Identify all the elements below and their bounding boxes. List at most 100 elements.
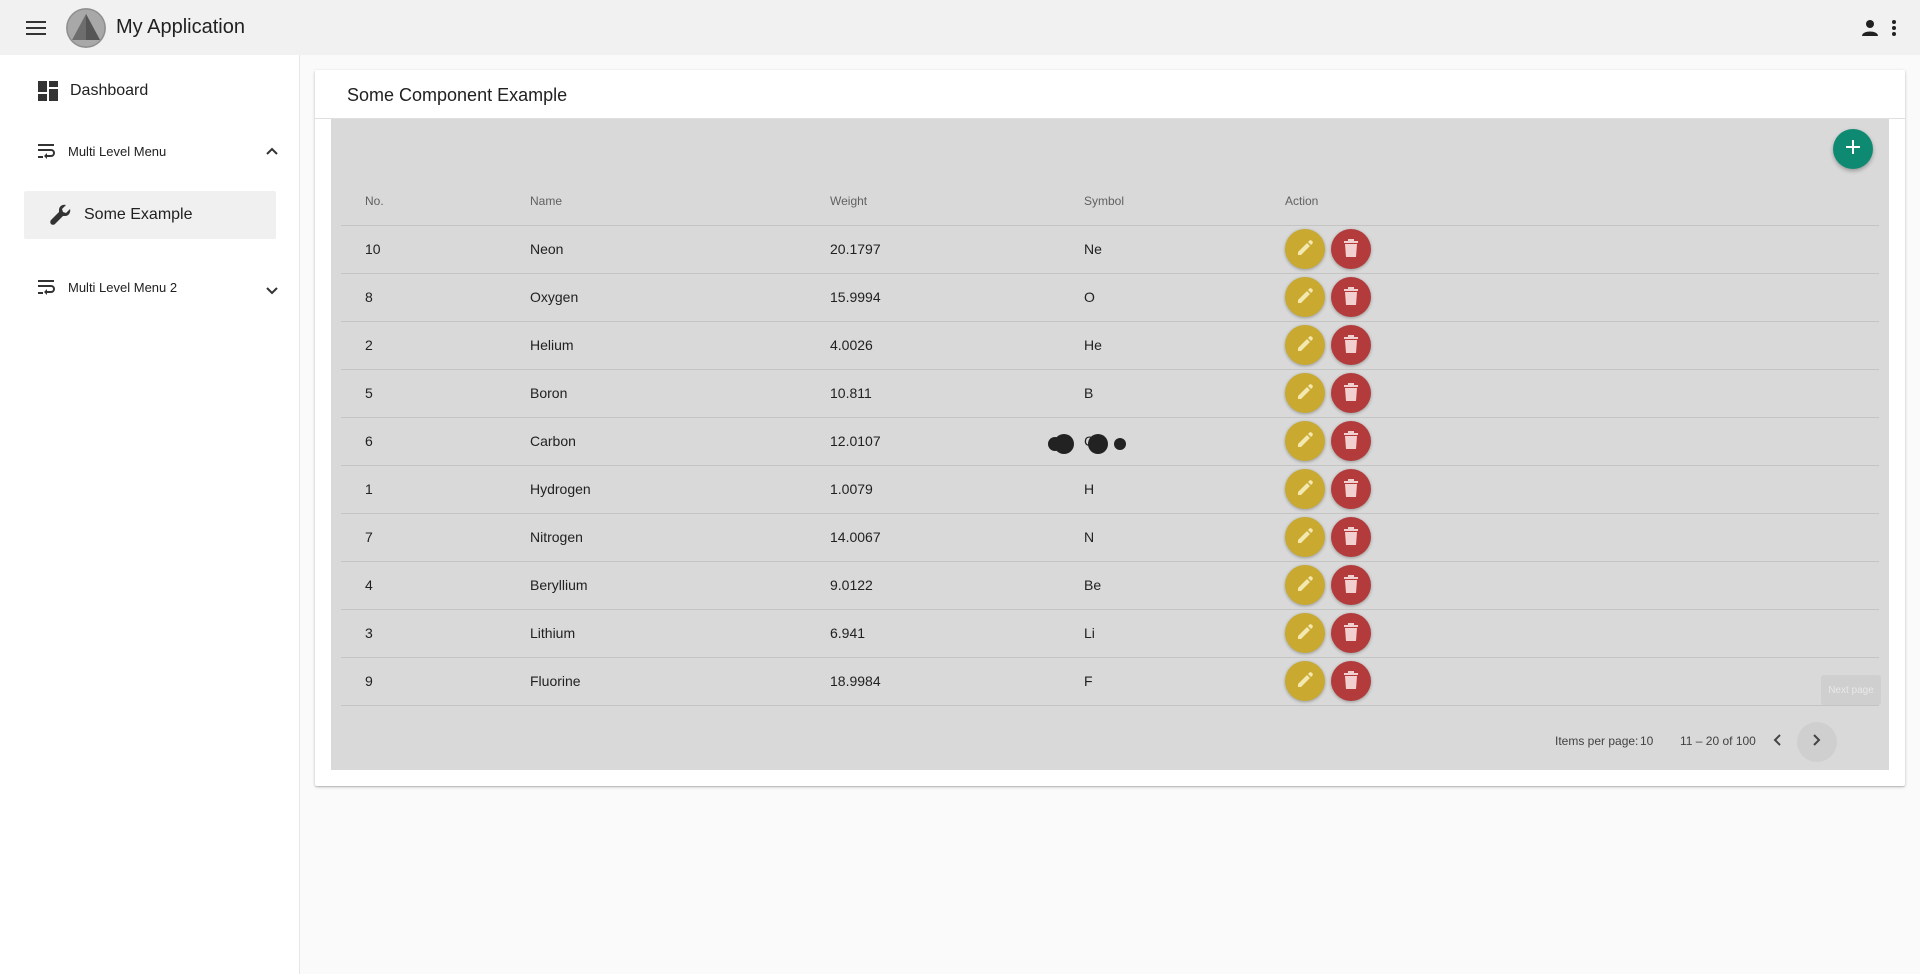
chevron-up-icon[interactable]: [266, 142, 278, 160]
cell-symbol: N: [1084, 513, 1285, 562]
cell-weight: 15.9994: [830, 273, 1084, 322]
cell-action: [1285, 657, 1879, 706]
delete-button[interactable]: [1331, 373, 1371, 413]
column-header-weight[interactable]: Weight: [830, 177, 1084, 226]
cell-name: Neon: [530, 225, 830, 274]
edit-button[interactable]: [1285, 277, 1325, 317]
cell-symbol: Ne: [1084, 225, 1285, 274]
trash-icon: [1344, 334, 1358, 356]
table-row: 2 Helium 4.0026 He: [341, 321, 1879, 370]
chevron-down-icon[interactable]: [266, 282, 278, 300]
pencil-icon: [1296, 671, 1314, 692]
sidebar-item-multi-level-menu[interactable]: Multi Level Menu: [38, 135, 278, 167]
sidebar: Dashboard Multi Level Menu Some Example …: [0, 55, 300, 974]
cell-action: [1285, 225, 1879, 274]
cell-weight: 18.9984: [830, 657, 1084, 706]
pencil-icon: [1296, 383, 1314, 404]
cell-name: Nitrogen: [530, 513, 830, 562]
pencil-icon: [1296, 623, 1314, 644]
trash-icon: [1344, 622, 1358, 644]
cell-action: [1285, 273, 1879, 322]
column-header-symbol[interactable]: Symbol: [1084, 177, 1285, 226]
add-button[interactable]: [1833, 129, 1873, 169]
cell-action: [1285, 417, 1879, 466]
table-container: No. Name Weight Symbol Action 10 Neon 20.1…: [331, 119, 1889, 770]
sidebar-item-label: Dashboard: [70, 82, 149, 99]
delete-button[interactable]: [1331, 565, 1371, 605]
more-vert-icon[interactable]: [1882, 8, 1906, 48]
page-range-label: 11 – 20 of 100: [1680, 734, 1756, 748]
menu-icon[interactable]: [16, 8, 56, 48]
delete-button[interactable]: [1331, 325, 1371, 365]
cell-weight: 9.0122: [830, 561, 1084, 610]
edit-button[interactable]: [1285, 325, 1325, 365]
delete-button[interactable]: [1331, 277, 1371, 317]
edit-button[interactable]: [1285, 421, 1325, 461]
edit-button[interactable]: [1285, 661, 1325, 701]
cell-weight: 10.811: [830, 369, 1084, 418]
edit-button[interactable]: [1285, 517, 1325, 557]
cell-symbol: He: [1084, 321, 1285, 370]
edit-button[interactable]: [1285, 565, 1325, 605]
cell-no: 5: [341, 369, 530, 418]
cell-no: 7: [341, 513, 530, 562]
trash-icon: [1344, 526, 1358, 548]
cell-no: 10: [341, 225, 530, 274]
loading-dot: [1088, 433, 1108, 454]
cell-name: Boron: [530, 369, 830, 418]
delete-button[interactable]: [1331, 613, 1371, 653]
items-per-page-select[interactable]: 10: [1640, 734, 1653, 748]
column-header-name[interactable]: Name: [530, 177, 830, 226]
cell-weight: 4.0026: [830, 321, 1084, 370]
sidebar-item-some-example[interactable]: Some Example: [24, 191, 276, 239]
cell-weight: 1.0079: [830, 465, 1084, 514]
previous-page-button[interactable]: [1757, 722, 1797, 762]
delete-button[interactable]: [1331, 469, 1371, 509]
cell-name: Carbon: [530, 417, 830, 466]
edit-button[interactable]: [1285, 469, 1325, 509]
sidebar-item-dashboard[interactable]: Dashboard: [38, 75, 290, 107]
table-row: 10 Neon 20.1797 Ne: [341, 225, 1879, 274]
next-page-button[interactable]: [1797, 722, 1837, 762]
cell-action: [1285, 561, 1879, 610]
page-title: Some Component Example: [347, 85, 568, 105]
add-icon: [1845, 139, 1861, 160]
cell-weight: 14.0067: [830, 513, 1084, 562]
column-header-no[interactable]: No.: [341, 177, 530, 226]
table-row: 4 Beryllium 9.0122 Be: [341, 561, 1879, 610]
cell-no: 8: [341, 273, 530, 322]
cell-symbol: H: [1084, 465, 1285, 514]
next-page-tooltip: Next page: [1821, 675, 1881, 705]
delete-button[interactable]: [1331, 421, 1371, 461]
edit-button[interactable]: [1285, 373, 1325, 413]
loading-dot: [1054, 433, 1074, 454]
pencil-icon: [1296, 335, 1314, 356]
cell-weight: 20.1797: [830, 225, 1084, 274]
wrap-text-icon: [38, 278, 56, 296]
dashboard-icon: [38, 81, 58, 101]
pencil-icon: [1296, 479, 1314, 500]
pencil-icon: [1296, 431, 1314, 452]
cell-action: [1285, 321, 1879, 370]
loading-dots-icon: [1048, 432, 1128, 454]
cell-name: Beryllium: [530, 561, 830, 610]
pencil-icon: [1296, 527, 1314, 548]
table-row: 9 Fluorine 18.9984 F: [341, 657, 1879, 706]
sidebar-item-label: Multi Level Menu: [68, 143, 167, 159]
delete-button[interactable]: [1331, 229, 1371, 269]
account-icon[interactable]: [1858, 8, 1882, 48]
cell-symbol: C: [1048, 417, 1285, 466]
cell-no: 9: [341, 657, 530, 706]
delete-button[interactable]: [1331, 517, 1371, 557]
table-row: 8 Oxygen 15.9994 O: [341, 273, 1879, 322]
sidebar-item-multi-level-menu-2[interactable]: Multi Level Menu 2: [38, 271, 278, 303]
edit-button[interactable]: [1285, 229, 1325, 269]
pencil-icon: [1296, 287, 1314, 308]
cell-symbol: F: [1084, 657, 1285, 706]
cell-name: Lithium: [530, 609, 830, 658]
pencil-icon: [1296, 239, 1314, 260]
delete-button[interactable]: [1331, 661, 1371, 701]
table-row: 5 Boron 10.811 B: [341, 369, 1879, 418]
cell-weight: 12.0107: [830, 417, 1084, 466]
edit-button[interactable]: [1285, 613, 1325, 653]
